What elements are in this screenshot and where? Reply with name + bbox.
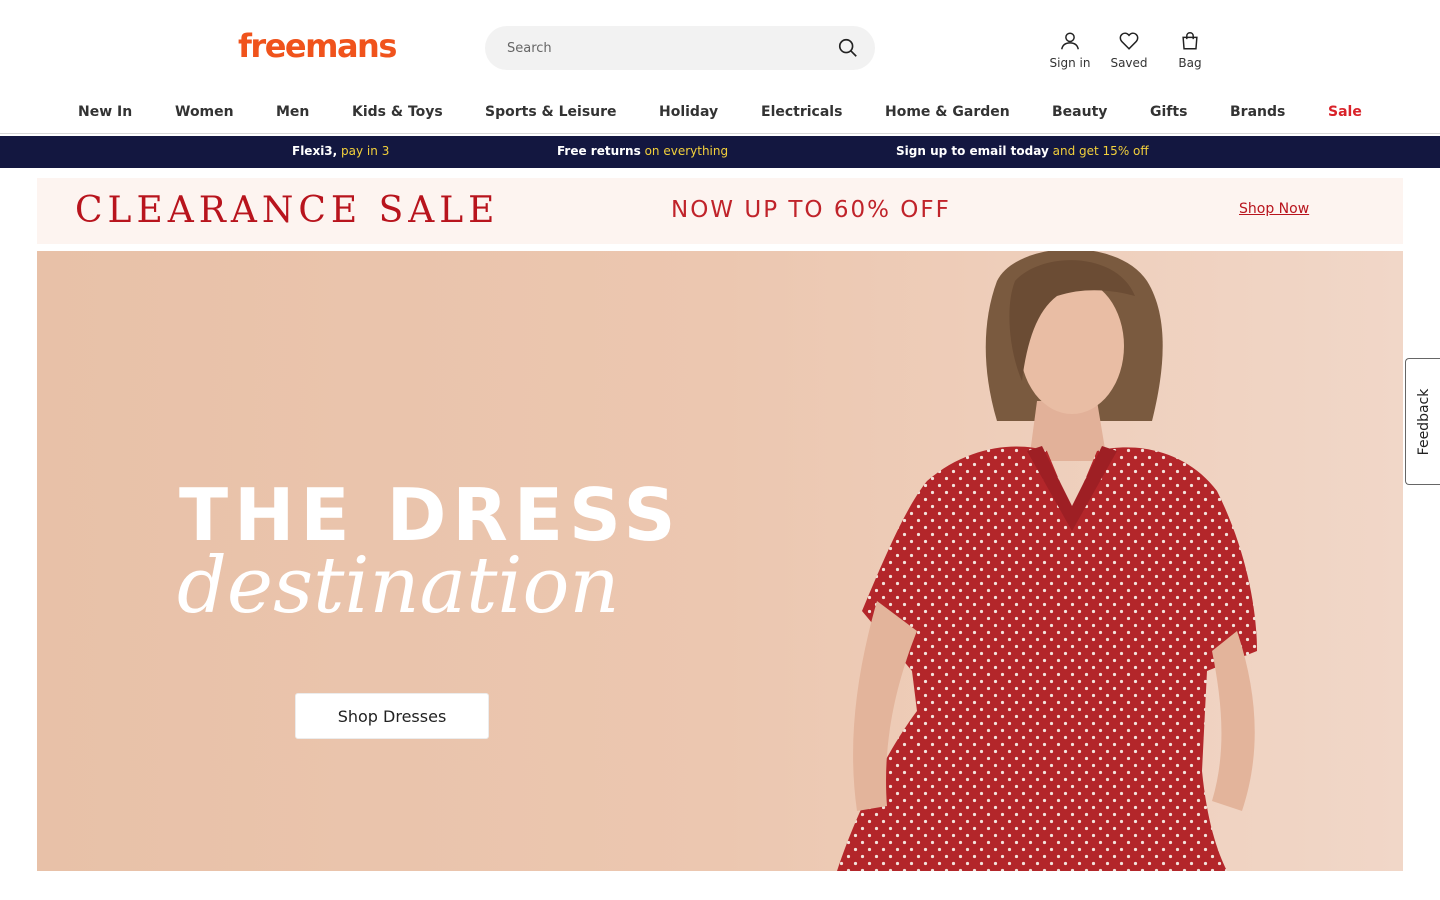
shop-dresses-button[interactable]: Shop Dresses (295, 693, 489, 739)
bag-label: Bag (1178, 56, 1202, 70)
shop-now-link[interactable]: Shop Now (1239, 201, 1309, 217)
promo-bar: Flexi3, pay in 3 Free returns on everyth… (0, 136, 1440, 168)
search-input[interactable] (507, 26, 827, 70)
promo-item-email-signup[interactable]: Sign up to email today and get 15% off (896, 144, 1149, 158)
promo-item-free-returns[interactable]: Free returns on everything (557, 144, 728, 158)
bag-icon (1182, 32, 1198, 50)
nav-item-men[interactable]: Men (276, 104, 309, 120)
nav-item-gifts[interactable]: Gifts (1150, 104, 1187, 120)
promo-item-flexi3[interactable]: Flexi3, pay in 3 (292, 144, 389, 158)
nav-item-new-in[interactable]: New In (78, 104, 132, 120)
promo-highlight-text: pay in 3 (341, 144, 390, 158)
hero-subheadline: destination (177, 541, 620, 631)
bag-button[interactable]: Bag (1160, 30, 1220, 70)
nav-item-kids-toys[interactable]: Kids & Toys (352, 104, 443, 120)
freemans-logo[interactable]: freemans (238, 27, 397, 65)
heart-icon (1119, 32, 1139, 50)
clearance-offer: NOW UP TO 60% OFF (671, 197, 951, 223)
nav-item-sports-leisure[interactable]: Sports & Leisure (485, 104, 617, 120)
nav-item-beauty[interactable]: Beauty (1052, 104, 1107, 120)
nav-item-sale[interactable]: Sale (1328, 104, 1362, 120)
feedback-label: Feedback (1415, 388, 1432, 455)
promo-highlight-text: on everything (644, 144, 729, 158)
nav-item-home-garden[interactable]: Home & Garden (885, 104, 1010, 120)
promo-bold-text: Flexi3, (292, 144, 338, 158)
promo-bold-text: Sign up to email today (896, 144, 1049, 158)
hero-banner[interactable]: THE DRESS destination Shop Dresses (37, 251, 1403, 871)
user-icon (1061, 32, 1079, 50)
search-icon[interactable] (837, 37, 859, 59)
promo-bold-text: Free returns (557, 144, 641, 158)
clearance-title: CLEARANCE SALE (75, 190, 500, 231)
clearance-banner[interactable]: CLEARANCE SALE NOW UP TO 60% OFF Shop No… (37, 178, 1403, 244)
saved-button[interactable]: Saved (1099, 30, 1159, 70)
nav-item-holiday[interactable]: Holiday (659, 104, 718, 120)
nav-item-brands[interactable]: Brands (1230, 104, 1285, 120)
nav-item-electricals[interactable]: Electricals (761, 104, 842, 120)
nav-item-women[interactable]: Women (175, 104, 234, 120)
saved-label: Saved (1110, 56, 1148, 70)
main-nav: New In Women Men Kids & Toys Sports & Le… (0, 96, 1440, 134)
sign-in-button[interactable]: Sign in (1040, 30, 1100, 70)
feedback-tab[interactable]: Feedback (1405, 358, 1440, 485)
site-header: freemans Sign in Saved Bag (0, 0, 1440, 92)
hero-model-image (837, 251, 1257, 871)
search-bar[interactable] (485, 26, 875, 70)
promo-highlight-text: and get 15% off (1052, 144, 1149, 158)
sign-in-label: Sign in (1049, 56, 1091, 70)
